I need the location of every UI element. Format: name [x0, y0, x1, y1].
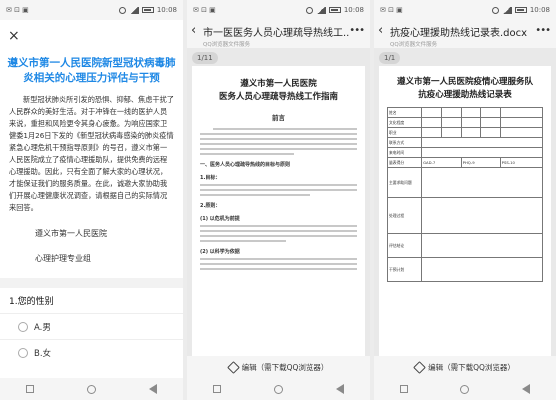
alarm-icon — [305, 6, 313, 14]
page-indicator: 1/11 — [192, 52, 218, 64]
doc-section-1b: 2.原则： — [200, 203, 221, 209]
doc-heading-1: 遵义市第一人民医院疫情心理服务队 — [396, 77, 533, 87]
doc-section-1: 一、医务人员心理疏导热线的目标与原则 — [200, 162, 291, 168]
more-icon[interactable]: ••• — [349, 24, 365, 38]
radio-icon[interactable] — [18, 321, 28, 332]
section-gap — [0, 278, 183, 288]
battery-icon — [514, 7, 527, 13]
close-icon[interactable]: × — [8, 28, 20, 44]
system-nav-bar — [374, 378, 556, 400]
edit-button[interactable]: 编辑（需下载QQ浏览器） — [374, 356, 556, 378]
pencil-icon — [413, 360, 426, 374]
record-doc-screen: ✉ ⊡ ▣ 10:08 ‹ 抗疫心理援助热线记录表.docx QQ浏览器文件服务… — [374, 0, 556, 400]
pencil-icon — [226, 360, 240, 374]
question-title: 1.您的性别 — [9, 297, 54, 307]
home-icon[interactable] — [273, 384, 283, 394]
doc-heading-1: 遵义市第一人民医院 — [240, 79, 317, 89]
doc-toolbar: ‹ 市一医医务人员心理疏导热线工... QQ浏览器文件服务 ••• — [187, 20, 370, 48]
edit-button[interactable]: 编辑（需下载QQ浏览器） — [187, 356, 370, 378]
doc-section-1c: (1) 以危机为前提 — [200, 216, 240, 222]
back-icon[interactable] — [521, 384, 530, 394]
doc-heading-2: 医务人员心理疏导热线工作指南 — [218, 92, 338, 102]
record-table: 姓名 文化程度 职业 联系方式 来电时间 量表得分 GAD-7 PHQ-9 PSS-1… — [386, 107, 544, 282]
recent-apps-icon[interactable] — [26, 385, 35, 393]
signal-icon — [128, 6, 139, 14]
more-icon[interactable]: ••• — [535, 24, 551, 38]
option-label: A.男 — [34, 322, 51, 333]
back-icon[interactable] — [148, 384, 157, 394]
battery-icon — [328, 7, 341, 13]
doc-preface: 前言 — [272, 114, 285, 122]
notification-icons: ✉ ⊡ ▣ — [193, 6, 216, 14]
battery-icon — [141, 7, 154, 13]
recent-apps-icon[interactable] — [213, 385, 222, 393]
doc-source: QQ浏览器文件服务 — [203, 42, 251, 48]
doc-viewer[interactable]: 1/1 遵义市第一人民医院疫情心理服务队 抗疫心理援助热线记录表 姓名 文化程度… — [374, 48, 556, 356]
home-icon[interactable] — [86, 384, 96, 394]
doc-filename: 抗疫心理援助热线记录表.docx — [390, 28, 528, 39]
doc-source: QQ浏览器文件服务 — [390, 42, 438, 48]
doc-section-1a: 1.目标： — [200, 175, 221, 181]
status-time: 10:08 — [156, 6, 177, 14]
page-indicator: 1/1 — [379, 52, 401, 64]
survey-title: 遵义市第一人民医院新型冠状病毒肺炎相关的心理压力评估与干预 — [7, 57, 176, 84]
option-label: B.女 — [34, 348, 52, 359]
signature-dept: 心理护理专业组 — [35, 254, 91, 263]
back-chevron-icon[interactable]: ‹ — [191, 24, 203, 38]
status-bar: ✉ ⊡ ▣ 10:08 — [0, 0, 183, 20]
notification-icons: ✉ ⊡ ▣ — [6, 6, 29, 14]
survey-header: × — [0, 20, 183, 52]
system-nav-bar — [187, 378, 370, 400]
option-female[interactable]: B.女 — [0, 339, 183, 365]
doc-page: 遵义市第一人民医院疫情心理服务队 抗疫心理援助热线记录表 姓名 文化程度 职业 … — [379, 66, 551, 356]
status-bar: ✉ ⊡ ▣ 10:08 — [187, 0, 370, 20]
doc-toolbar: ‹ 抗疫心理援助热线记录表.docx QQ浏览器文件服务 ••• — [374, 20, 556, 48]
guide-doc-screen: ✉ ⊡ ▣ 10:08 ‹ 市一医医务人员心理疏导热线工... QQ浏览器文件服… — [187, 0, 370, 400]
doc-page: 遵义市第一人民医院 医务人员心理疏导热线工作指南 前言 一、医务人员心理疏导热线… — [192, 66, 365, 356]
signature-org: 遵义市第一人民医院 — [35, 229, 107, 238]
alarm-icon — [118, 6, 126, 14]
option-male[interactable]: A.男 — [0, 313, 183, 339]
doc-heading-2: 抗疫心理援助热线记录表 — [418, 90, 512, 100]
survey-intro: 新型冠状肺炎所引发的恐惧、抑郁、焦虑干扰了人民群众的美好生活。对于冲锋在一线的医… — [9, 95, 174, 212]
radio-icon[interactable] — [18, 347, 28, 358]
doc-section-1d: (2) 以科学为依据 — [200, 249, 240, 255]
system-nav-bar — [0, 378, 183, 400]
survey-screen: ✉ ⊡ ▣ 10:08 × 遵义市第一人民医院新型冠状病毒肺炎相关的心理压力评估… — [0, 0, 183, 400]
alarm-icon — [491, 6, 499, 14]
status-time: 10:08 — [343, 6, 364, 14]
recent-apps-icon[interactable] — [400, 385, 409, 393]
home-icon[interactable] — [460, 384, 470, 394]
edit-label: 编辑（需下载QQ浏览器） — [428, 362, 515, 372]
signal-icon — [315, 6, 326, 14]
edit-label: 编辑（需下载QQ浏览器） — [241, 362, 329, 372]
doc-viewer[interactable]: 1/11 遵义市第一人民医院 医务人员心理疏导热线工作指南 前言 一、医务人员心… — [187, 48, 370, 356]
back-icon[interactable] — [335, 384, 344, 394]
signal-icon — [501, 6, 512, 14]
status-time: 10:08 — [529, 6, 550, 14]
back-chevron-icon[interactable]: ‹ — [378, 24, 390, 38]
status-bar: ✉ ⊡ ▣ 10:08 — [374, 0, 556, 20]
notification-icons: ✉ ⊡ ▣ — [380, 6, 403, 14]
doc-filename: 市一医医务人员心理疏导热线工... — [203, 28, 350, 39]
